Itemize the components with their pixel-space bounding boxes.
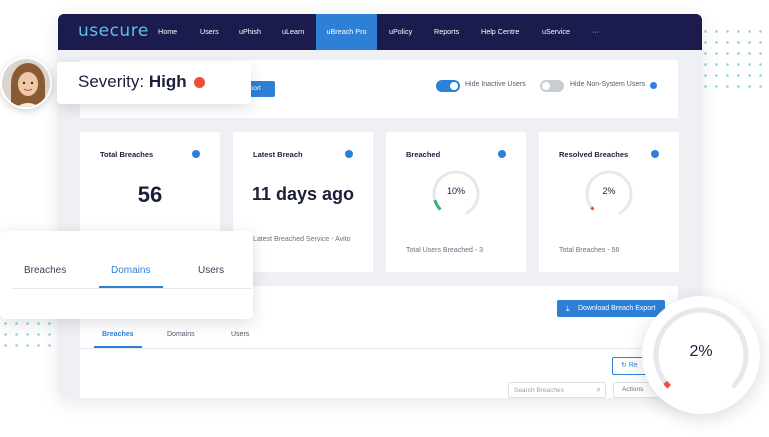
- dot-pattern-decoration: [700, 26, 766, 88]
- latest-breach-value: 11 days ago: [251, 184, 355, 204]
- refresh-icon: ↻: [621, 362, 627, 369]
- tabs-divider: [80, 348, 678, 349]
- refresh-label: Re: [628, 362, 638, 369]
- severity-indicator-dot: [194, 77, 205, 88]
- active-tab-indicator: [94, 346, 142, 348]
- card-title: Latest Breach: [253, 150, 303, 159]
- tabs-divider: [12, 288, 252, 289]
- nav-more[interactable]: ···: [592, 14, 599, 50]
- tab-users[interactable]: Users: [231, 331, 249, 338]
- user-avatar-image: [2, 59, 50, 107]
- search-breaches-box: ⌕: [508, 382, 606, 398]
- breached-card: Breached 10% Total Users Breached - 3: [386, 132, 526, 272]
- hide-inactive-users-label: Hide Inactive Users: [465, 81, 526, 88]
- large-gauge-card: 2%: [642, 296, 760, 414]
- usecure-logo[interactable]: usecure: [78, 21, 149, 41]
- dot-pattern-decoration: [0, 318, 60, 350]
- total-breaches-value: 56: [137, 182, 163, 207]
- nav-upolicy[interactable]: uPolicy: [389, 14, 412, 50]
- latest-breached-service: Latest Breached Service - Avito: [253, 236, 351, 243]
- info-icon[interactable]: [651, 150, 659, 158]
- download-icon: ⤓: [566, 304, 570, 313]
- nav-uservice[interactable]: uService: [542, 14, 570, 50]
- search-breaches-input[interactable]: [514, 385, 589, 395]
- toggle-knob: [450, 82, 458, 90]
- nav-users[interactable]: Users: [200, 14, 219, 50]
- hide-non-system-users-label: Hide Non-System Users: [570, 81, 646, 88]
- user-avatar: [0, 57, 52, 109]
- info-icon[interactable]: [192, 150, 200, 158]
- nav-home[interactable]: Home: [158, 14, 177, 50]
- overlay-tab-breaches[interactable]: Breaches: [24, 265, 66, 276]
- latest-breach-card: Latest Breach 11 days ago Latest Breache…: [233, 132, 373, 272]
- nav-ubreach-pro[interactable]: uBreach Pro: [316, 14, 377, 50]
- total-users-breached: Total Users Breached - 3: [406, 247, 484, 254]
- card-title: Breached: [406, 150, 441, 159]
- severity-value: High: [148, 72, 187, 91]
- breached-percent: 10%: [446, 186, 465, 196]
- nav-reports[interactable]: Reports: [434, 14, 459, 50]
- card-title: Resolved Breaches: [559, 150, 629, 159]
- search-icon[interactable]: ⌕: [597, 385, 601, 395]
- hide-inactive-users-toggle[interactable]: [436, 80, 460, 92]
- overlay-tab-users[interactable]: Users: [198, 265, 224, 276]
- resolved-breaches-card: Resolved Breaches 2% Total Breaches - 56: [539, 132, 679, 272]
- severity-label: Severity:: [78, 72, 145, 91]
- severity-card: Severity: High: [57, 62, 251, 104]
- info-icon[interactable]: [650, 82, 657, 89]
- tab-domains[interactable]: Domains: [167, 331, 195, 338]
- hide-non-system-users-toggle[interactable]: [540, 80, 564, 92]
- info-icon[interactable]: [498, 150, 506, 158]
- nav-uphish[interactable]: uPhish: [239, 14, 261, 50]
- active-tab-indicator: [99, 286, 163, 288]
- tab-breaches[interactable]: Breaches: [102, 331, 134, 338]
- resolved-percent: 2%: [602, 186, 616, 196]
- info-icon[interactable]: [345, 150, 353, 158]
- nav-help-centre[interactable]: Help Centre: [481, 14, 519, 50]
- large-gauge-percent: 2%: [689, 343, 713, 360]
- top-navbar: usecure Home Users uPhish uLearn uBreach…: [58, 14, 702, 50]
- resolved-total-breaches: Total Breaches - 56: [559, 247, 620, 254]
- toggle-knob: [542, 82, 550, 90]
- tabs-overlay-card: Breaches Domains Users: [0, 231, 253, 319]
- overlay-tab-domains[interactable]: Domains: [111, 265, 150, 276]
- severity-text: Severity: High: [78, 72, 187, 92]
- card-title: Total Breaches: [100, 150, 154, 159]
- nav-ulearn[interactable]: uLearn: [282, 14, 304, 50]
